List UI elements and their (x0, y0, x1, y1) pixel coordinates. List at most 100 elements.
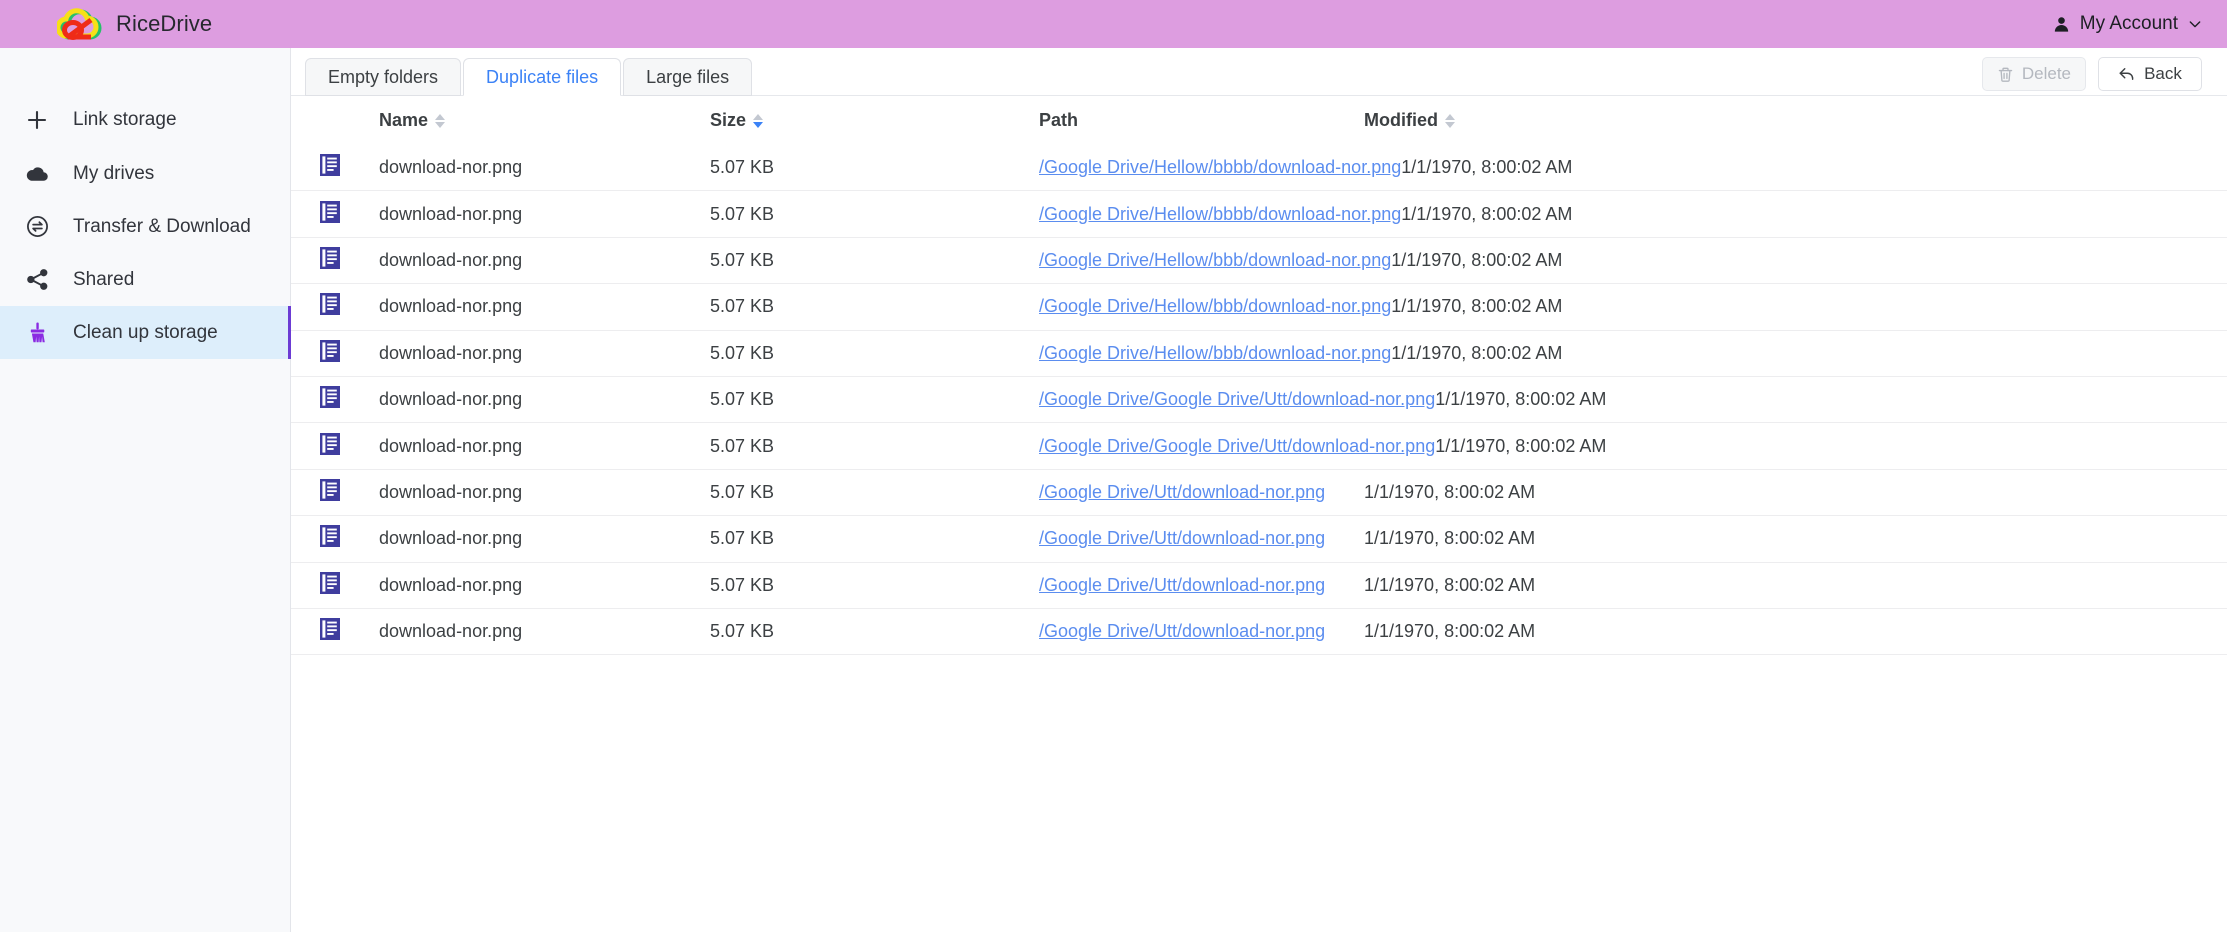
table-row[interactable]: download-nor.png 5.07 KB /Google Drive/U… (291, 609, 2227, 656)
sidebar-item-clean-up-storage[interactable]: Clean up storage (0, 306, 291, 359)
path-link[interactable]: /Google Drive/Hellow/bbbb/download-nor.p… (1039, 204, 1401, 224)
file-type-cell (305, 524, 379, 553)
file-type-cell (305, 385, 379, 414)
reply-arrow-icon (2118, 65, 2136, 83)
cell-path: /Google Drive/Hellow/bbb/download-nor.pn… (1039, 296, 1391, 317)
cell-size: 5.07 KB (710, 389, 775, 410)
column-header-name[interactable]: Name (379, 110, 710, 131)
file-type-cell (305, 200, 379, 229)
sidebar-item-label: Link storage (73, 108, 177, 130)
back-label: Back (2144, 64, 2182, 83)
path-link[interactable]: /Google Drive/Utt/download-nor.png (1039, 528, 1325, 548)
file-type-cell (305, 617, 379, 646)
table-header-row: Name Size Path Modified (291, 96, 2227, 145)
tab-empty-folders[interactable]: Empty folders (305, 58, 462, 96)
table-row[interactable]: download-nor.png 5.07 KB /Google Drive/G… (291, 423, 2227, 470)
main-content: Empty folders Duplicate files Large file… (291, 48, 2227, 932)
column-header-path[interactable]: Path (1039, 110, 1364, 131)
tab-bar: Empty folders Duplicate files Large file… (305, 58, 754, 96)
table-row[interactable]: download-nor.png 5.07 KB /Google Drive/H… (291, 191, 2227, 238)
sort-arrows-modified-icon[interactable] (1445, 113, 1455, 128)
path-link[interactable]: /Google Drive/Utt/download-nor.png (1039, 482, 1325, 502)
delete-button[interactable]: Delete (1981, 57, 2086, 91)
cell-name: download-nor.png (379, 249, 523, 270)
cell-path: /Google Drive/Hellow/bbb/download-nor.pn… (1039, 343, 1391, 364)
path-link[interactable]: /Google Drive/Hellow/bbb/download-nor.pn… (1039, 296, 1391, 316)
cell-modified: 1/1/1970, 8:00:02 AM (1364, 528, 1536, 549)
file-type-cell (305, 571, 379, 600)
tab-duplicate-files[interactable]: Duplicate files (463, 58, 622, 96)
delete-label: Delete (2021, 64, 2071, 83)
cell-size: 5.07 KB (710, 621, 775, 642)
cell-name: download-nor.png (379, 574, 523, 595)
cell-modified: 1/1/1970, 8:00:02 AM (1391, 249, 1563, 270)
column-header-label: Size (710, 110, 747, 130)
path-link[interactable]: /Google Drive/Utt/download-nor.png (1039, 575, 1325, 595)
cell-modified: 1/1/1970, 8:00:02 AM (1401, 157, 1573, 178)
document-file-icon (319, 617, 341, 646)
sidebar: Link storage My drives Transfer & Downlo… (0, 48, 291, 932)
cell-path: /Google Drive/Google Drive/Utt/download-… (1039, 436, 1435, 457)
path-link[interactable]: /Google Drive/Google Drive/Utt/download-… (1039, 436, 1435, 456)
plus-icon (24, 107, 50, 133)
table-row[interactable]: download-nor.png 5.07 KB /Google Drive/G… (291, 377, 2227, 424)
cell-path: /Google Drive/Utt/download-nor.png (1039, 575, 1364, 596)
path-link[interactable]: /Google Drive/Google Drive/Utt/download-… (1039, 389, 1435, 409)
toolbar-actions: Delete Back (1981, 57, 2202, 91)
cell-size: 5.07 KB (710, 528, 775, 549)
cell-size: 5.07 KB (710, 481, 775, 502)
cell-size: 5.07 KB (710, 574, 775, 595)
cell-size: 5.07 KB (710, 296, 775, 317)
column-header-size[interactable]: Size (710, 110, 1039, 131)
broom-icon (24, 320, 50, 346)
path-link[interactable]: /Google Drive/Hellow/bbb/download-nor.pn… (1039, 250, 1391, 270)
cell-name: download-nor.png (379, 389, 523, 410)
cell-path: /Google Drive/Hellow/bbbb/download-nor.p… (1039, 157, 1401, 178)
file-type-cell (305, 292, 379, 321)
path-link[interactable]: /Google Drive/Hellow/bbbb/download-nor.p… (1039, 157, 1401, 177)
document-file-icon (319, 153, 341, 182)
sort-arrows-size-icon[interactable] (753, 113, 764, 128)
sort-arrows-name-icon[interactable] (435, 113, 446, 128)
account-menu[interactable]: My Account (2052, 0, 2203, 48)
table-row[interactable]: download-nor.png 5.07 KB /Google Drive/H… (291, 331, 2227, 377)
cell-modified: 1/1/1970, 8:00:02 AM (1364, 621, 1536, 642)
cell-name: download-nor.png (379, 203, 523, 224)
cell-size: 5.07 KB (710, 342, 775, 363)
cell-name: download-nor.png (379, 481, 523, 502)
toolbar: Empty folders Duplicate files Large file… (291, 48, 2227, 96)
cell-path: /Google Drive/Utt/download-nor.png (1039, 621, 1364, 642)
table-row[interactable]: download-nor.png 5.07 KB /Google Drive/H… (291, 284, 2227, 331)
brand[interactable]: RiceDrive (55, 7, 213, 41)
cell-path: /Google Drive/Google Drive/Utt/download-… (1039, 389, 1435, 410)
tab-label: Empty folders (328, 66, 439, 87)
path-link[interactable]: /Google Drive/Utt/download-nor.png (1039, 621, 1325, 641)
back-button[interactable]: Back (2098, 57, 2202, 91)
document-file-icon (319, 432, 341, 461)
cell-modified: 1/1/1970, 8:00:02 AM (1364, 574, 1536, 595)
table-row[interactable]: download-nor.png 5.07 KB /Google Drive/H… (291, 145, 2227, 192)
cell-path: /Google Drive/Hellow/bbb/download-nor.pn… (1039, 250, 1391, 271)
document-file-icon (319, 339, 341, 368)
cloud-slash-logo-icon (55, 7, 103, 41)
tab-large-files[interactable]: Large files (623, 58, 753, 96)
sidebar-item-label: My drives (73, 162, 155, 184)
cell-name: download-nor.png (379, 342, 523, 363)
table-row[interactable]: download-nor.png 5.07 KB /Google Drive/U… (291, 470, 2227, 517)
document-file-icon (319, 524, 341, 553)
table-row[interactable]: download-nor.png 5.07 KB /Google Drive/H… (291, 238, 2227, 285)
account-label: My Account (2079, 13, 2178, 34)
path-link[interactable]: /Google Drive/Hellow/bbb/download-nor.pn… (1039, 343, 1391, 363)
sidebar-item-shared[interactable]: Shared (0, 253, 290, 306)
table-row[interactable]: download-nor.png 5.07 KB /Google Drive/U… (291, 516, 2227, 563)
document-file-icon (319, 478, 341, 507)
sidebar-item-link-storage[interactable]: Link storage (0, 93, 290, 146)
cell-modified: 1/1/1970, 8:00:02 AM (1391, 296, 1563, 317)
column-header-modified[interactable]: Modified (1364, 110, 2227, 131)
sidebar-item-transfer-download[interactable]: Transfer & Download (0, 200, 290, 253)
cell-name: download-nor.png (379, 621, 523, 642)
brand-name: RiceDrive (116, 11, 213, 36)
table-row[interactable]: download-nor.png 5.07 KB /Google Drive/U… (291, 563, 2227, 609)
sidebar-item-my-drives[interactable]: My drives (0, 147, 290, 200)
sidebar-item-label: Clean up storage (73, 321, 218, 343)
